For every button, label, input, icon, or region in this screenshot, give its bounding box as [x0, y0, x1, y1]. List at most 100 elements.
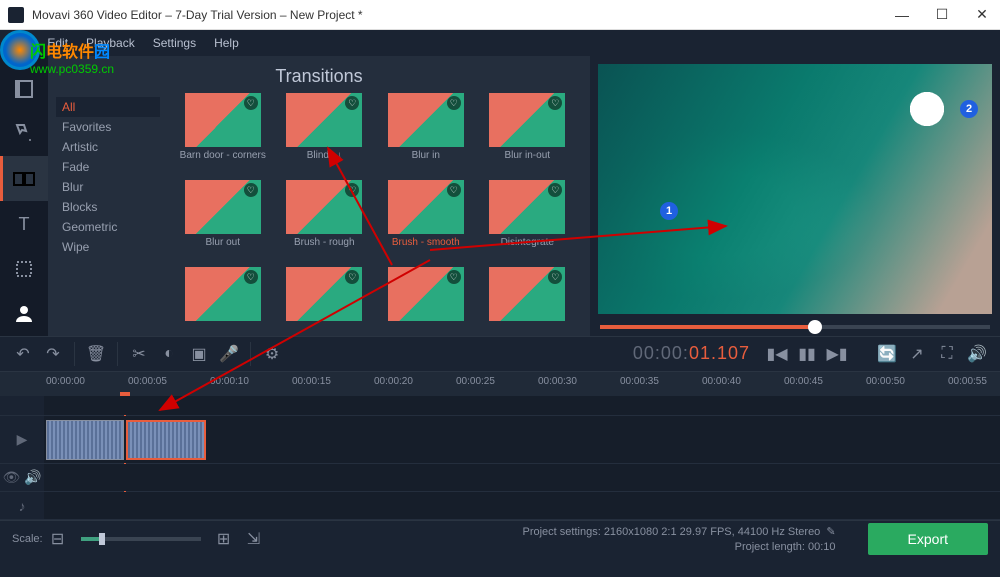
favorite-icon[interactable]: ♡ — [447, 270, 461, 284]
next-frame-button[interactable]: ▶▮ — [822, 339, 852, 369]
menu-edit[interactable]: Edit — [47, 36, 68, 50]
category-fade[interactable]: Fade — [56, 157, 160, 177]
favorite-icon[interactable]: ♡ — [345, 270, 359, 284]
transition-thumb[interactable]: ♡ — [286, 93, 362, 147]
category-wipe[interactable]: Wipe — [56, 237, 160, 257]
delete-button[interactable]: 🗑 — [81, 339, 111, 369]
ruler-mark: 00:00:20 — [374, 376, 413, 387]
music-track-head[interactable]: ♪ — [0, 492, 44, 519]
cut-button[interactable]: ✂ — [124, 339, 154, 369]
thumb-label: Brush - smooth — [392, 237, 460, 259]
zoom-in-button[interactable]: ⊞ — [209, 524, 239, 554]
favorite-icon[interactable]: ♡ — [345, 183, 359, 197]
preview-panel: 1 2 — [590, 56, 1000, 336]
transition-thumb[interactable]: ♡ — [388, 180, 464, 234]
maximize-button[interactable]: ☐ — [932, 5, 952, 25]
favorite-icon[interactable]: ♡ — [447, 183, 461, 197]
transition-thumb[interactable]: ♡ — [489, 267, 565, 321]
sidebar-transitions-icon[interactable] — [0, 156, 48, 201]
category-blur[interactable]: Blur — [56, 177, 160, 197]
category-all[interactable]: All — [56, 97, 160, 117]
favorite-icon[interactable]: ♡ — [244, 96, 258, 110]
close-button[interactable]: ✕ — [972, 5, 992, 25]
scale-slider[interactable] — [81, 537, 201, 541]
seek-bar[interactable] — [598, 318, 992, 336]
edit-settings-icon[interactable]: ✎ — [826, 526, 835, 538]
crop-button[interactable]: ▣ — [184, 339, 214, 369]
settings-button[interactable]: ⚙ — [257, 339, 287, 369]
timecode-display: 00:00:01.107 — [621, 343, 762, 365]
transition-grid: ♡Barn door - corners ♡Blinds ↓ ♡Blur in … — [168, 93, 590, 336]
favorite-icon[interactable]: ♡ — [244, 270, 258, 284]
menu-playback[interactable]: Playback — [86, 36, 135, 50]
project-length-text: Project length: 00:10 — [735, 541, 836, 553]
app-icon — [8, 7, 24, 23]
thumb-label: Blur in-out — [504, 150, 550, 172]
favorite-icon[interactable]: ♡ — [345, 96, 359, 110]
category-geometric[interactable]: Geometric — [56, 217, 160, 237]
popout-button[interactable]: ↗ — [902, 339, 932, 369]
sidebar-titles-icon[interactable]: T — [0, 201, 48, 246]
fit-button[interactable]: ⇲ — [239, 524, 269, 554]
ruler-mark: 00:00:40 — [702, 376, 741, 387]
thumb-label: Blur out — [206, 237, 240, 259]
tool-sidebar: T — [0, 56, 48, 336]
transition-thumb[interactable]: ♡ — [388, 267, 464, 321]
panel-title: Transitions — [48, 56, 590, 93]
zoom-out-button[interactable]: ⊟ — [43, 524, 73, 554]
mic-button[interactable]: 🎤 — [214, 339, 244, 369]
time-ruler[interactable]: 00:00:00 00:00:05 00:00:10 00:00:15 00:0… — [0, 372, 1000, 396]
transitions-panel: Transitions All Favorites Artistic Fade … — [48, 56, 590, 336]
menu-help[interactable]: Help — [214, 36, 239, 50]
favorite-icon[interactable]: ♡ — [548, 96, 562, 110]
pause-button[interactable]: ▮▮ — [792, 339, 822, 369]
sidebar-profile-icon[interactable] — [0, 291, 48, 336]
sidebar-stickers-icon[interactable] — [0, 246, 48, 291]
transition-thumb[interactable]: ♡ — [286, 180, 362, 234]
video-clip-selected[interactable] — [126, 420, 206, 460]
transition-thumb[interactable]: ♡ — [489, 180, 565, 234]
transition-thumb[interactable]: ♡ — [388, 93, 464, 147]
video-track-head[interactable]: ▶ — [0, 416, 44, 463]
360-view-button[interactable]: 🔄 — [872, 339, 902, 369]
preview-content — [882, 74, 972, 144]
transition-thumb[interactable]: ♡ — [286, 267, 362, 321]
sidebar-media-icon[interactable] — [0, 66, 48, 111]
undo-button[interactable]: ↶ — [8, 339, 38, 369]
minimize-button[interactable]: — — [892, 5, 912, 25]
favorite-icon[interactable]: ♡ — [244, 183, 258, 197]
thumb-label: Blinds ↓ — [307, 150, 342, 172]
redo-button[interactable]: ↷ — [38, 339, 68, 369]
thumb-label: Disintegrate — [501, 237, 554, 259]
window-title: Movavi 360 Video Editor – 7-Day Trial Ve… — [32, 8, 892, 22]
category-favorites[interactable]: Favorites — [56, 117, 160, 137]
audio-track-head[interactable]: 👁 🔊 — [0, 464, 44, 491]
ruler-mark: 00:00:50 — [866, 376, 905, 387]
audio-track[interactable] — [44, 464, 1000, 491]
sidebar-filters-icon[interactable] — [0, 111, 48, 156]
favorite-icon[interactable]: ♡ — [548, 183, 562, 197]
prev-frame-button[interactable]: ▮◀ — [762, 339, 792, 369]
ruler-mark: 00:00:15 — [292, 376, 331, 387]
transition-thumb[interactable]: ♡ — [185, 267, 261, 321]
transition-thumb[interactable]: ♡ — [185, 180, 261, 234]
video-track[interactable] — [44, 416, 1000, 463]
ruler-mark: 00:00:00 — [46, 376, 85, 387]
timeline: 00:00:00 00:00:05 00:00:10 00:00:15 00:0… — [0, 372, 1000, 520]
favorite-icon[interactable]: ♡ — [548, 270, 562, 284]
category-list: All Favorites Artistic Fade Blur Blocks … — [48, 93, 168, 336]
category-artistic[interactable]: Artistic — [56, 137, 160, 157]
volume-button[interactable]: 🔊 — [962, 339, 992, 369]
transition-thumb[interactable]: ♡ — [185, 93, 261, 147]
category-blocks[interactable]: Blocks — [56, 197, 160, 217]
adjust-button[interactable]: ◐ — [154, 339, 184, 369]
favorite-icon[interactable]: ♡ — [447, 96, 461, 110]
preview-screen[interactable]: 1 2 — [598, 64, 992, 314]
transition-thumb[interactable]: ♡ — [489, 93, 565, 147]
menu-settings[interactable]: Settings — [153, 36, 196, 50]
fullscreen-button[interactable]: ⛶ — [932, 339, 962, 369]
export-button[interactable]: Export — [868, 523, 988, 555]
music-track[interactable] — [44, 492, 1000, 519]
video-clip[interactable] — [46, 420, 124, 460]
menu-file[interactable]: File — [10, 36, 29, 50]
